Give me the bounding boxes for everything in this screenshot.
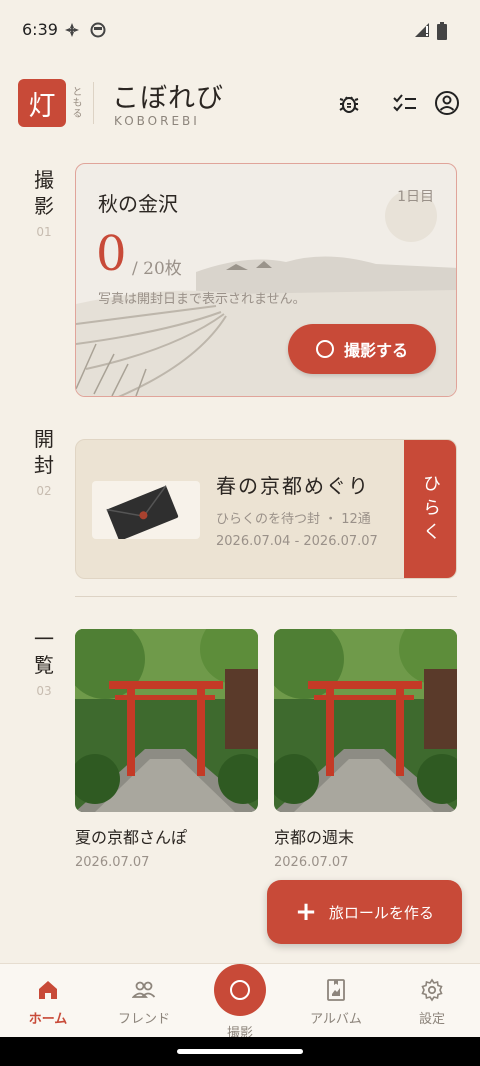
nav-shoot[interactable] <box>214 964 266 1016</box>
checklist-icon[interactable] <box>390 88 420 118</box>
capture-card[interactable]: 秋の金沢 1日目 0 / 20枚 写真は開封日まで表示されません。 撮影する <box>75 163 457 397</box>
envelope-thumbnail <box>92 481 200 541</box>
status-bar: 6:39 <box>0 0 480 60</box>
album-date: 2026.07.07 <box>274 855 349 870</box>
shoot-button-label: 撮影する <box>343 341 408 360</box>
section-divider <box>75 596 457 597</box>
header-divider <box>93 82 94 124</box>
nav-friends-label: フレンド <box>117 1012 170 1027</box>
home-gesture-handle[interactable] <box>177 1049 303 1054</box>
shutter-icon <box>315 340 334 358</box>
nav-home[interactable]: ホーム <box>0 964 96 1038</box>
nav-friends[interactable]: フレンド <box>96 964 192 1038</box>
envelope-dates: 2026.07.04 - 2026.07.07 <box>216 534 378 549</box>
bug-icon[interactable] <box>334 88 364 118</box>
album-name: 京都の週末 <box>274 828 355 847</box>
hidden-note: 写真は開封日まで表示されません。 <box>98 292 306 307</box>
album-icon <box>327 979 345 1001</box>
fan-icon <box>64 22 80 42</box>
friends-icon <box>132 981 156 998</box>
nav-album[interactable]: アルバム <box>288 964 384 1038</box>
battery-icon <box>436 22 448 44</box>
shoot-button[interactable]: 撮影する <box>288 324 436 374</box>
app-subtitle: KOBOREBI <box>114 114 200 128</box>
envelope-meta: ひらくのを待つ封 ・ 12通 <box>216 512 371 527</box>
shutter-icon <box>230 980 250 1000</box>
create-roll-label: 旅ロールを作る <box>328 903 434 922</box>
shot-total: / 20枚 <box>132 259 182 279</box>
app-title: こぼれび <box>112 83 224 114</box>
open-button[interactable]: ひらく <box>404 440 456 578</box>
album-card[interactable]: 夏の京都さんぽ 2026.07.07 <box>75 629 258 870</box>
create-roll-button[interactable]: + 旅ロールを作る <box>267 880 462 944</box>
day-label: 1日目 <box>397 189 434 205</box>
account-icon[interactable] <box>432 88 462 118</box>
nav-album-label: アルバム <box>310 1012 362 1027</box>
album-card[interactable]: 京都の週末 2026.07.07 <box>274 629 457 870</box>
logo-caption: ともる <box>70 86 81 119</box>
envelope-icon <box>106 485 179 541</box>
signal-icon <box>414 22 430 42</box>
album-cover-photo <box>75 629 258 812</box>
trip-title: 秋の金沢 <box>98 192 178 216</box>
shot-count: 0 <box>96 226 127 282</box>
home-icon <box>39 981 57 999</box>
face-icon <box>90 22 106 42</box>
system-nav-bar <box>0 1037 480 1066</box>
album-cover-photo <box>274 629 457 812</box>
section-label-capture: 撮 影 01 <box>34 168 54 239</box>
nav-settings[interactable]: 設定 <box>384 964 480 1038</box>
section-label-open: 開 封 02 <box>34 427 54 498</box>
bottom-nav: ホーム フレンド 撮影 アルバム 設定 <box>0 963 480 1041</box>
gear-icon <box>421 978 443 1002</box>
app-logo: 灯 <box>18 79 66 127</box>
open-card[interactable]: 春の京都めぐり ひらくのを待つ封 ・ 12通 2026.07.04 - 2026… <box>75 439 457 579</box>
nav-settings-label: 設定 <box>418 1012 445 1027</box>
plus-icon: + <box>295 897 317 927</box>
nav-home-label: ホーム <box>28 1012 68 1027</box>
envelope-title: 春の京都めぐり <box>216 474 370 498</box>
album-date: 2026.07.07 <box>75 855 150 870</box>
album-name: 夏の京都さんぽ <box>75 828 188 847</box>
app-header: 灯 ともる こぼれび KOBOREBI <box>0 74 480 134</box>
section-label-list: 一 覧 03 <box>34 627 54 698</box>
status-time: 6:39 <box>22 20 58 39</box>
